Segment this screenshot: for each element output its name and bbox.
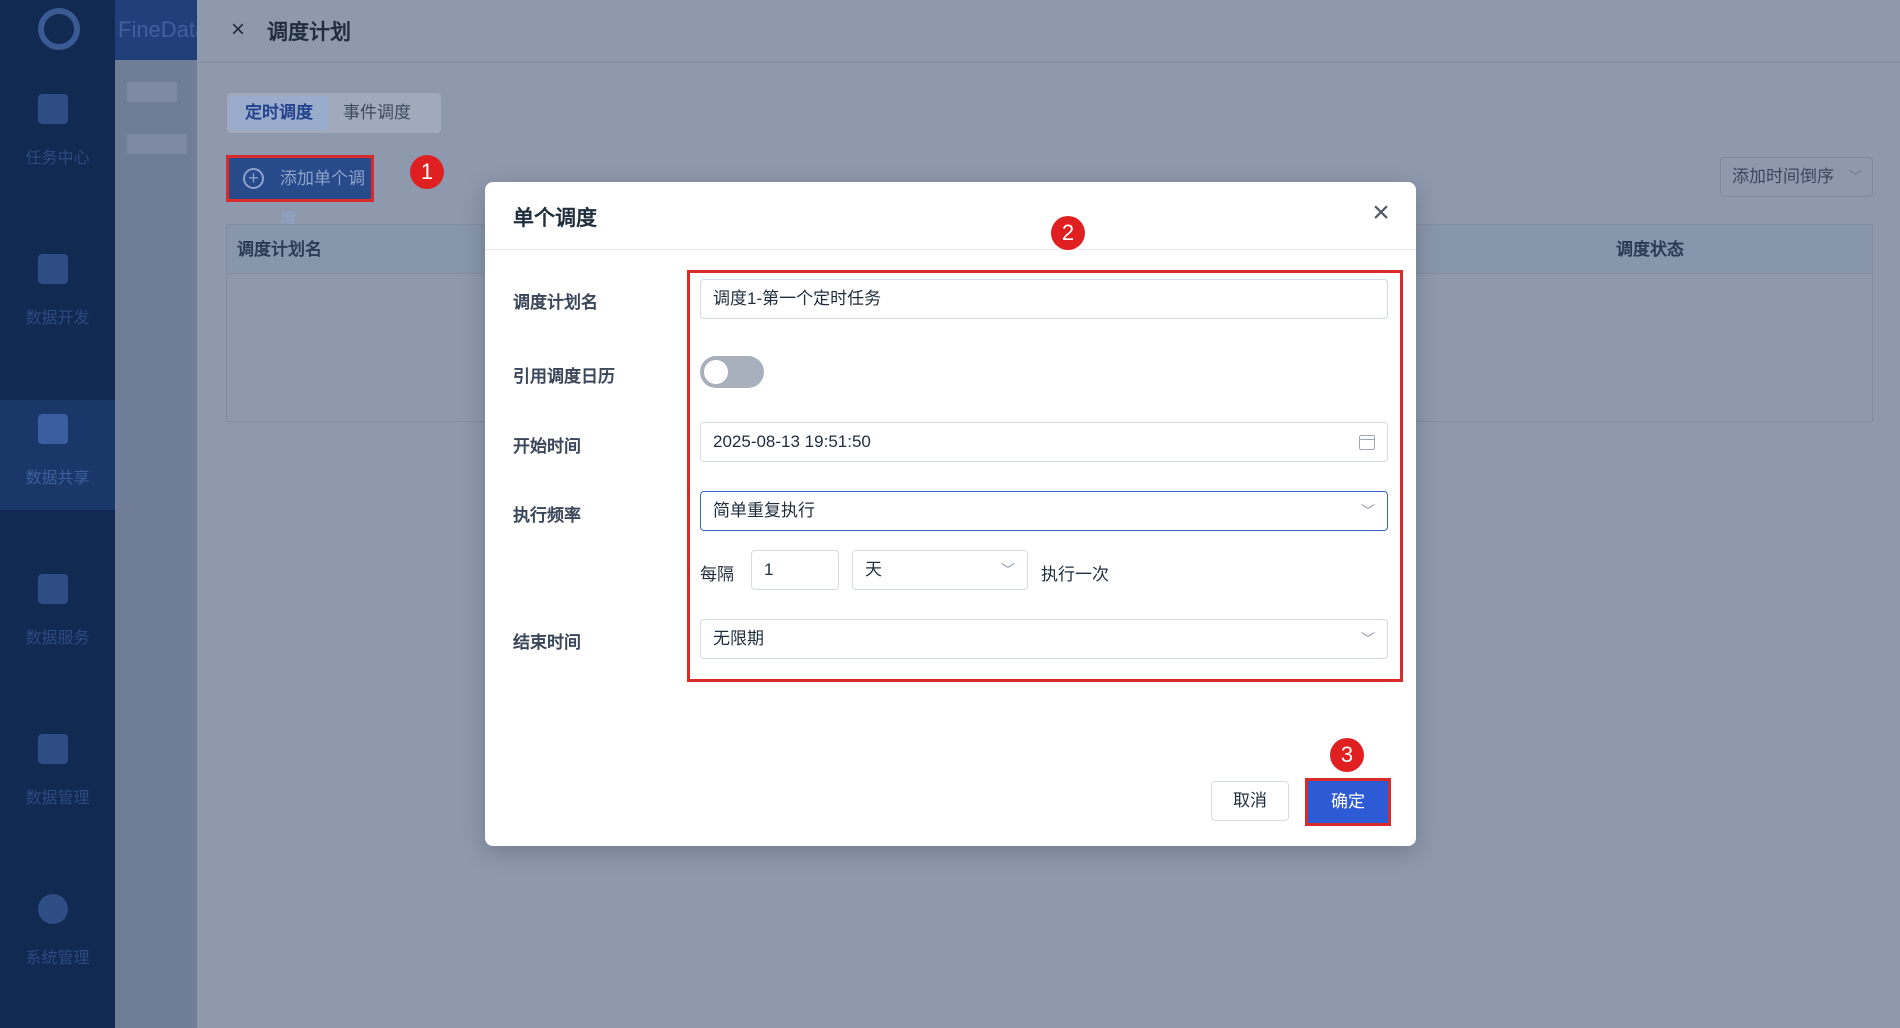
tab-timed-schedule[interactable]: 定时调度	[230, 96, 328, 130]
sidebar-item-system[interactable]: 系统管理	[0, 880, 115, 990]
sub-panel	[115, 60, 200, 1028]
drawer-title: 调度计划	[267, 21, 351, 44]
frequency-value: 简单重复执行	[713, 501, 815, 520]
sidebar-item-data-manage[interactable]: 数据管理	[0, 720, 115, 830]
confirm-button[interactable]: 确定	[1308, 781, 1388, 823]
sort-select[interactable]: 添加时间倒序 ﹀	[1720, 157, 1873, 197]
single-schedule-dialog: 单个调度 × 2 调度计划名 调度1-第一个定时任务 引用调度日历 开始时间 2…	[485, 182, 1416, 846]
add-button-label: 添加单个调度	[280, 169, 365, 229]
add-button-highlight: + 添加单个调度	[226, 155, 374, 229]
chevron-down-icon: ﹀	[1361, 503, 1375, 519]
step-badge-1: 1	[410, 155, 444, 189]
data-manage-icon	[38, 734, 68, 764]
sidebar-item-label: 数据共享	[25, 470, 90, 487]
cancel-button[interactable]: 取消	[1211, 781, 1289, 821]
start-time-value: 2025-08-13 19:51:50	[713, 432, 871, 451]
toggle-knob	[704, 360, 728, 384]
interval-value: 1	[764, 560, 774, 579]
plan-name-value: 调度1-第一个定时任务	[713, 289, 882, 308]
sidebar-item-label: 数据管理	[25, 790, 90, 807]
app-brand: FineData	[115, 0, 200, 60]
close-icon[interactable]: ×	[227, 18, 249, 42]
plus-circle-icon: +	[243, 168, 264, 189]
sidebar-item-data-service[interactable]: 数据服务	[0, 560, 115, 670]
end-time-label: 结束时间	[513, 633, 581, 652]
sidebar-item-data-share[interactable]: 数据共享	[0, 400, 115, 510]
interval-input[interactable]: 1	[751, 550, 839, 590]
column-header-plan-name: 调度计划名	[237, 240, 322, 259]
chevron-down-icon: ﹀	[1848, 169, 1862, 184]
task-center-icon	[38, 94, 68, 124]
ok-button-highlight: 确定	[1305, 778, 1391, 826]
data-dev-icon	[38, 254, 68, 284]
start-time-label: 开始时间	[513, 437, 581, 456]
app-sidebar: FineData 任务中心 数据开发 数据共享 数据服务 数据管理 系统管理	[0, 0, 200, 1028]
dialog-header: 单个调度 ×	[485, 182, 1416, 250]
plan-name-label: 调度计划名	[513, 293, 598, 312]
step-badge-2: 2	[1051, 216, 1085, 250]
step-badge-3: 3	[1330, 738, 1364, 772]
sidebar-item-label: 数据服务	[25, 630, 90, 647]
app-logo-icon	[38, 8, 80, 50]
drawer-header: × 调度计划	[197, 0, 1900, 63]
plan-name-input[interactable]: 调度1-第一个定时任务	[700, 279, 1388, 319]
interval-unit-select[interactable]: 天 ﹀	[852, 550, 1028, 590]
column-header-status: 调度状态	[1616, 240, 1684, 259]
data-share-icon	[38, 414, 68, 444]
chevron-down-icon: ﹀	[1361, 631, 1375, 647]
tab-event-schedule[interactable]: 事件调度	[328, 96, 426, 130]
end-time-value: 无限期	[713, 629, 764, 648]
sidebar-item-data-dev[interactable]: 数据开发	[0, 240, 115, 350]
add-single-schedule-button[interactable]: + 添加单个调度	[229, 158, 371, 229]
schedule-type-tabs: 定时调度 事件调度	[227, 93, 441, 133]
start-time-picker[interactable]: 2025-08-13 19:51:50	[700, 422, 1388, 462]
close-icon[interactable]: ×	[1367, 198, 1395, 228]
sidebar-item-task-center[interactable]: 任务中心	[0, 80, 115, 190]
every-label: 每隔	[700, 565, 734, 584]
interval-unit-value: 天	[865, 560, 882, 579]
calendar-toggle[interactable]	[700, 356, 764, 388]
data-service-icon	[38, 574, 68, 604]
frequency-select[interactable]: 简单重复执行 ﹀	[700, 491, 1388, 531]
gear-icon	[38, 894, 68, 924]
calendar-label: 引用调度日历	[513, 367, 615, 386]
frequency-label: 执行频率	[513, 506, 581, 525]
run-once-label: 执行一次	[1041, 565, 1109, 584]
sub-panel-row	[127, 134, 187, 154]
sort-select-value: 添加时间倒序	[1732, 167, 1834, 186]
dialog-title: 单个调度	[513, 207, 597, 230]
end-time-select[interactable]: 无限期 ﹀	[700, 619, 1388, 659]
calendar-icon	[1359, 435, 1375, 450]
chevron-down-icon: ﹀	[1001, 562, 1015, 578]
sub-panel-row	[127, 82, 177, 102]
sidebar-item-label: 系统管理	[25, 950, 90, 967]
sidebar-item-label: 数据开发	[25, 310, 90, 327]
sidebar-item-label: 任务中心	[25, 150, 90, 167]
